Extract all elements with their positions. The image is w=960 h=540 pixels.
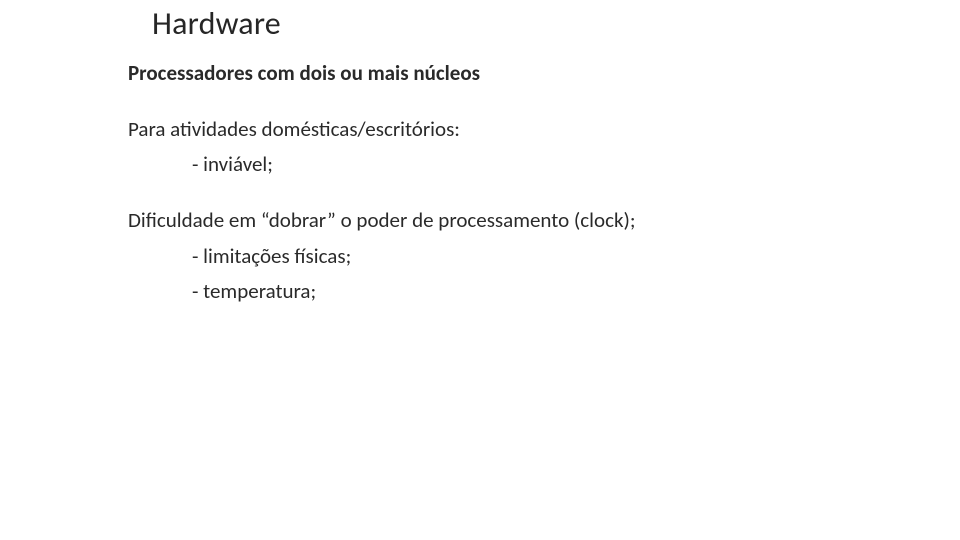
spacer	[128, 183, 868, 203]
section-2-lead: Dificuldade em “dobrar” o poder de proce…	[128, 203, 868, 239]
subheading: Processadores com dois ou mais núcleos	[128, 56, 868, 92]
slide-body: Processadores com dois ou mais núcleos P…	[128, 56, 868, 310]
section-2-bullet-1: - limitações físicas;	[128, 239, 868, 275]
section-1-lead: Para atividades domésticas/escritórios:	[128, 112, 868, 148]
spacer	[128, 92, 868, 112]
section-2-bullet-2: - temperatura;	[128, 274, 868, 310]
section-1-bullet-1: - inviável;	[128, 147, 868, 183]
slide: Hardware Processadores com dois ou mais …	[0, 0, 960, 540]
slide-title: Hardware	[152, 4, 281, 43]
